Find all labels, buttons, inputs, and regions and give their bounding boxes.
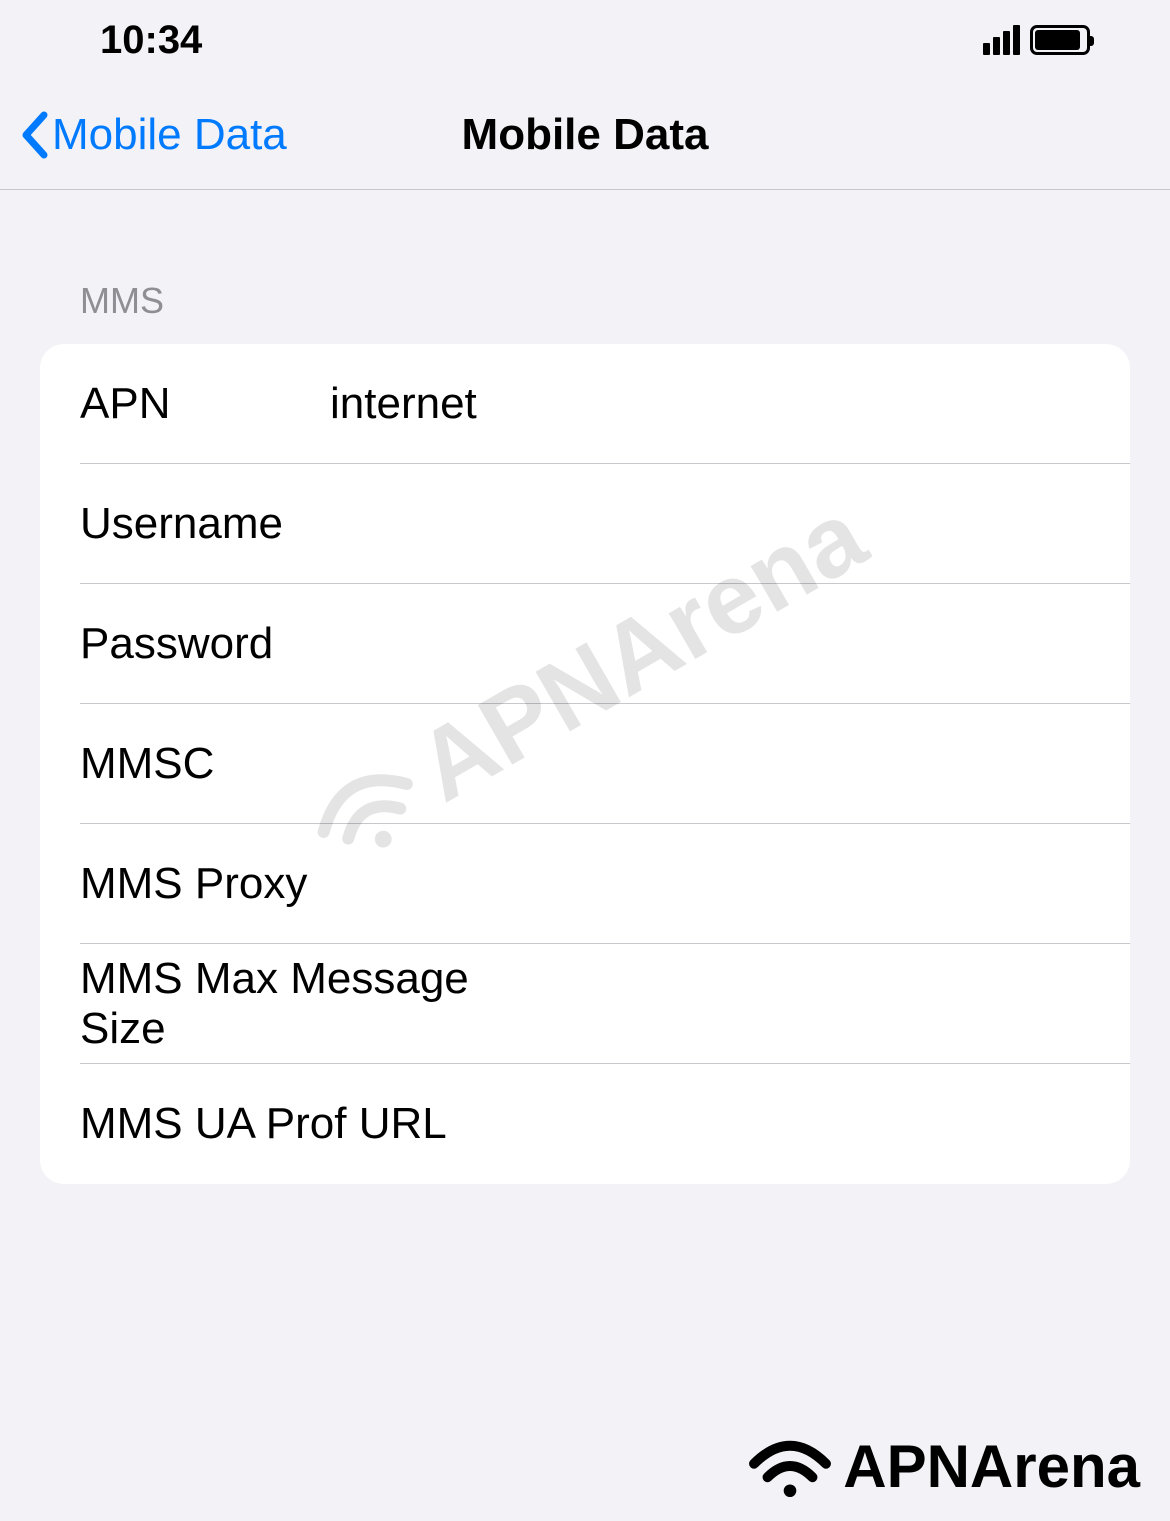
status-icons	[983, 25, 1130, 55]
back-label: Mobile Data	[52, 110, 287, 160]
row-label-password: Password	[80, 619, 330, 669]
wifi-icon	[745, 1431, 835, 1501]
mmsc-input[interactable]	[330, 739, 1090, 789]
row-mmsc[interactable]: MMSC	[40, 704, 1130, 824]
status-bar: 10:34	[0, 0, 1170, 80]
settings-group-mms: APN Username Password MMSC MMS Proxy MMS…	[40, 344, 1130, 1184]
row-username[interactable]: Username	[40, 464, 1130, 584]
navigation-bar: Mobile Data Mobile Data	[0, 80, 1170, 190]
row-mms-max-size[interactable]: MMS Max Message Size	[40, 944, 1130, 1064]
row-mms-proxy[interactable]: MMS Proxy	[40, 824, 1130, 944]
password-input[interactable]	[330, 619, 1090, 669]
battery-icon	[1030, 25, 1090, 55]
signal-icon	[983, 25, 1020, 55]
row-password[interactable]: Password	[40, 584, 1130, 704]
back-button[interactable]: Mobile Data	[0, 110, 287, 160]
row-label-mmsc: MMSC	[80, 739, 330, 789]
apn-input[interactable]	[330, 379, 1090, 429]
page-title: Mobile Data	[462, 110, 709, 160]
status-time: 10:34	[100, 18, 202, 63]
mms-proxy-input[interactable]	[515, 859, 1090, 909]
section-header-mms: MMS	[0, 190, 1170, 344]
username-input[interactable]	[330, 499, 1090, 549]
footer-watermark-text: APNArena	[843, 1432, 1140, 1501]
row-mms-ua-prof-url[interactable]: MMS UA Prof URL	[40, 1064, 1130, 1184]
row-label-apn: APN	[80, 379, 330, 429]
mms-max-size-input[interactable]	[515, 979, 1090, 1029]
chevron-left-icon	[20, 111, 48, 159]
row-label-mms-ua-prof-url: MMS UA Prof URL	[80, 1099, 515, 1149]
mms-ua-prof-url-input[interactable]	[515, 1099, 1090, 1149]
row-apn[interactable]: APN	[40, 344, 1130, 464]
row-label-username: Username	[80, 499, 330, 549]
row-label-mms-max-size: MMS Max Message Size	[80, 954, 515, 1054]
footer-watermark: APNArena	[745, 1431, 1140, 1501]
row-label-mms-proxy: MMS Proxy	[80, 859, 515, 909]
